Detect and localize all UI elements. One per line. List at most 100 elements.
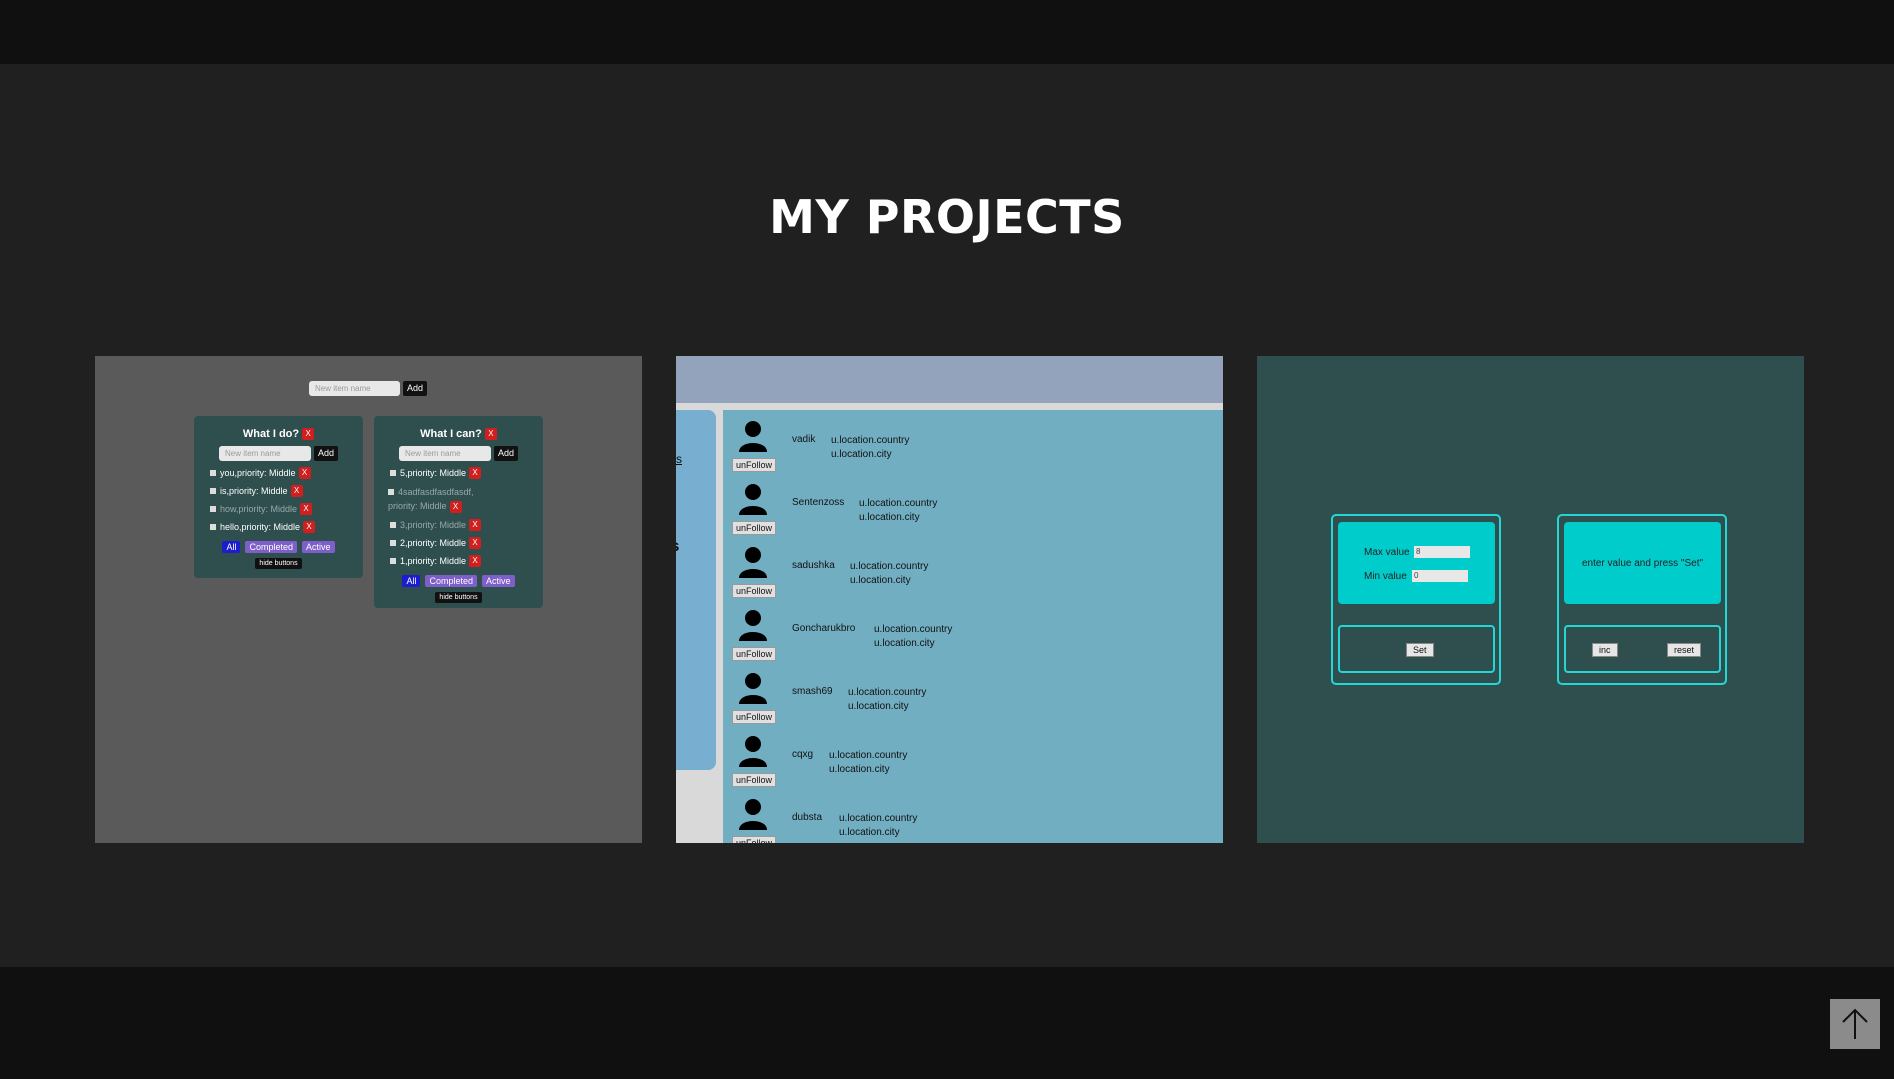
task-checkbox (390, 522, 396, 529)
filter-completed-button: Completed (425, 575, 478, 588)
max-value-input: 8 (1414, 546, 1470, 558)
settings-controls: Set (1338, 625, 1495, 673)
section-title: MY PROJECTS (769, 190, 1125, 244)
filter-all-button: All (222, 541, 241, 554)
task-item: you,priority: Middle X (210, 467, 363, 480)
scroll-to-top-button[interactable] (1830, 999, 1880, 1049)
counter-screen: enter value and press "Set" (1564, 522, 1721, 604)
users-list: unFollow vadik u.location.country u.locat… (723, 410, 1223, 843)
sidebar-link: s (676, 452, 682, 466)
task-checkbox (210, 506, 216, 513)
min-value-input: 0 (1412, 570, 1468, 582)
remove-list-button: X (484, 428, 497, 441)
project-card-counter[interactable]: Max value 8 Min value 0 Set enter value … (1257, 356, 1804, 843)
avatar (739, 421, 767, 452)
user-name: Goncharukbro (792, 623, 856, 634)
counter-controls: inc reset (1564, 625, 1721, 673)
unfollow-button: unFollow (732, 458, 777, 472)
task-text: how,priority: Middle (220, 504, 298, 515)
unfollow-button: unFollow (732, 773, 777, 787)
todolist-header: What I can? X (374, 428, 543, 441)
unfollow-button: unFollow (732, 836, 777, 843)
top-navigation-bar (0, 0, 1894, 64)
todolist-header: What I do? X (194, 428, 363, 441)
new-list-input: New item name (309, 381, 400, 396)
add-task-button: Add (493, 446, 518, 462)
remove-task-button: X (469, 467, 482, 480)
user-item: unFollow smash69 u.location.country u.loc… (723, 662, 1223, 724)
unfollow-button: unFollow (732, 584, 777, 598)
user-item: unFollow dubsta u.location.country u.loca… (723, 788, 1223, 843)
remove-list-button: X (302, 428, 315, 441)
avatar (739, 799, 767, 830)
filter-all-button: All (402, 575, 421, 588)
add-task-button: Add (313, 446, 338, 462)
remove-task-button: X (290, 485, 303, 498)
task-text: 1,priority: Middle (400, 556, 467, 567)
task-checkbox (210, 524, 216, 531)
remove-task-button: X (303, 521, 316, 534)
avatar (739, 736, 767, 767)
max-value-label: Max value (1364, 547, 1410, 558)
filter-active-button: Active (302, 541, 335, 554)
new-list-add-button: Add (403, 381, 428, 396)
user-item: unFollow sadushka u.location.country u.lo… (723, 536, 1223, 598)
task-checkbox (390, 540, 396, 547)
avatar (739, 610, 767, 641)
todolist-title: What I do? (242, 428, 300, 440)
new-list-form: New item name Add (309, 381, 428, 396)
user-name: smash69 (792, 686, 833, 697)
filter-buttons: All Completed Active (194, 541, 363, 554)
task-item: how,priority: Middle X (210, 503, 363, 516)
remove-task-button: X (469, 537, 482, 550)
task-checkbox (390, 558, 396, 565)
filter-active-button: Active (482, 575, 515, 588)
unfollow-button: unFollow (732, 647, 777, 661)
arrow-up-icon (1842, 1008, 1868, 1039)
avatar (739, 547, 767, 578)
filter-buttons: All Completed Active (374, 575, 543, 588)
filter-completed-button: Completed (245, 541, 298, 554)
remove-task-button: X (469, 555, 482, 568)
user-location: u.location.country u.location.city (874, 624, 953, 649)
user-item: unFollow Goncharukbro u.location.country… (723, 599, 1223, 661)
user-location: u.location.country u.location.city (848, 687, 927, 712)
user-item: unFollow vadik u.location.country u.locat… (723, 410, 1223, 472)
task-item: 2,priority: Middle X (390, 537, 543, 550)
avatar (739, 673, 767, 704)
counter-settings-panel: Max value 8 Min value 0 Set (1331, 514, 1501, 685)
task-item: 4sadfasdfasdfasdf, priority: Middle X (388, 485, 498, 513)
reset-button: reset (1667, 643, 1702, 657)
remove-task-button: X (298, 467, 311, 480)
add-task-form: New item name Add (374, 446, 543, 462)
task-checkbox (388, 489, 394, 496)
task-item: hello,priority: Middle X (210, 521, 363, 534)
user-name: sadushka (792, 560, 835, 571)
user-location: u.location.country u.location.city (829, 750, 908, 775)
user-name: vadik (792, 434, 816, 445)
app-sidebar: s ls (676, 410, 716, 770)
todolist-title: What I can? (420, 428, 482, 440)
unfollow-button: unFollow (732, 521, 777, 535)
set-button: Set (1406, 643, 1434, 657)
add-task-input: New item name (398, 446, 491, 462)
task-checkbox (210, 488, 216, 495)
user-location: u.location.country u.location.city (831, 435, 910, 460)
avatar (739, 484, 767, 515)
task-text: 5,priority: Middle (400, 468, 467, 479)
todolist-what-i-do: What I do? X New item name Add you,priori… (194, 416, 363, 578)
sidebar-link-active: ls (676, 538, 679, 556)
user-name: dubsta (792, 812, 823, 823)
project-card-social-network[interactable]: s ls unFollow vadik u.location.countryu.… (676, 356, 1223, 843)
task-text: 3,priority: Middle (400, 520, 467, 531)
add-task-input: New item name (218, 446, 311, 462)
project-card-todolist[interactable]: New item name Add What I do? X New item n… (95, 356, 642, 843)
task-checkbox (390, 470, 396, 477)
task-item: 3,priority: Middle X (390, 519, 543, 532)
footer (0, 967, 1894, 1079)
min-value-label: Min value (1364, 571, 1407, 582)
task-item: 5,priority: Middle X (390, 467, 543, 480)
app-header (676, 356, 1223, 403)
task-text: hello,priority: Middle (220, 522, 301, 533)
task-item: is,priority: Middle X (210, 485, 363, 498)
